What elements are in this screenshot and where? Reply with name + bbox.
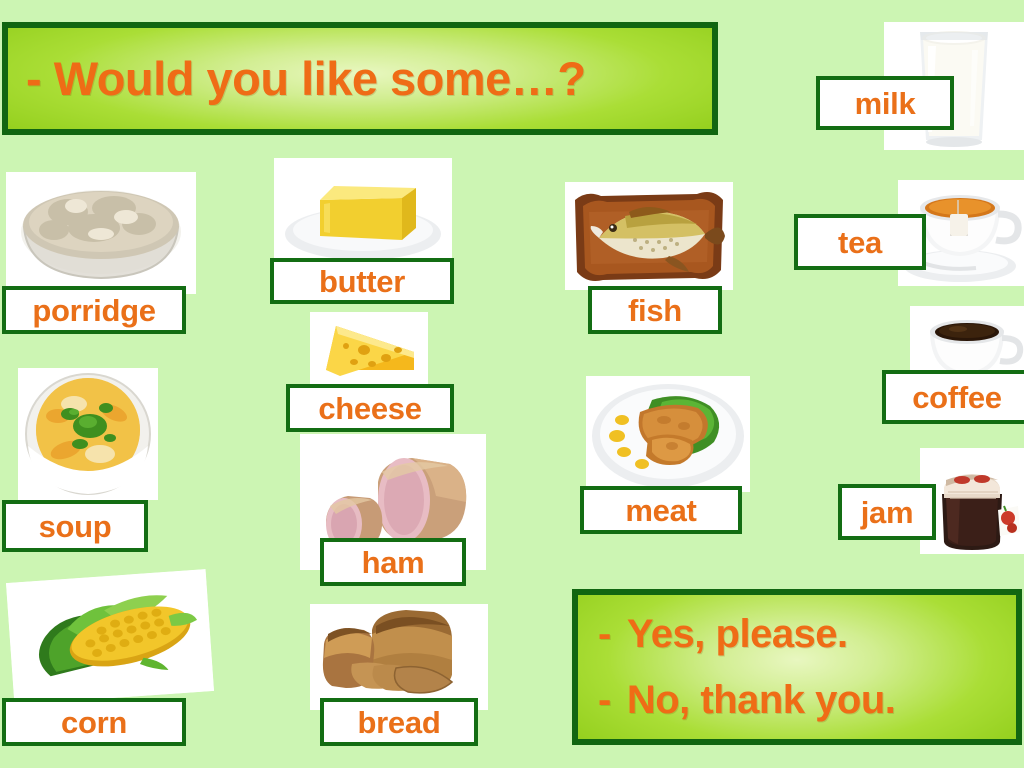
word-label-corn[interactable]: corn (2, 698, 186, 746)
slide-canvas: - Would you like some…? - Yes, please. -N… (0, 0, 1024, 768)
title-banner: - Would you like some…? (2, 22, 718, 135)
picture-corn (5, 569, 215, 705)
word-text-jam: jam (860, 494, 914, 530)
word-text-butter: butter (318, 263, 406, 299)
butter-on-plate-art (274, 158, 452, 268)
word-label-soup[interactable]: soup (2, 500, 148, 552)
word-text-cheese: cheese (318, 390, 422, 426)
title-text: - Would you like some…? (26, 52, 586, 105)
word-text-bread: bread (357, 704, 441, 740)
word-label-ham[interactable]: ham (320, 538, 466, 586)
word-label-porridge[interactable]: porridge (2, 286, 186, 334)
word-label-milk[interactable]: milk (816, 76, 954, 130)
fish-on-board-art (565, 182, 733, 290)
answer-no-line: - No, thank you. (578, 667, 1016, 733)
picture-soup (18, 368, 158, 500)
word-label-cheese[interactable]: cheese (286, 384, 454, 432)
word-text-milk: milk (854, 85, 916, 121)
picture-cheese (310, 312, 428, 384)
word-text-meat: meat (625, 492, 697, 528)
cheese-wedge-art (310, 312, 428, 384)
word-text-tea: tea (838, 224, 882, 260)
word-label-fish[interactable]: fish (588, 286, 722, 334)
word-text-soup: soup (38, 508, 112, 544)
answer-no-dash: - (598, 678, 611, 722)
answer-no-text: No, thank you. (626, 678, 896, 722)
answer-yes-line: - Yes, please. (578, 601, 1016, 667)
word-label-tea[interactable]: tea (794, 214, 926, 270)
bowl-of-porridge-art (21, 190, 181, 280)
word-text-corn: corn (61, 704, 127, 740)
word-label-coffee[interactable]: coffee (882, 370, 1024, 424)
picture-butter (274, 158, 452, 268)
answers-banner: - Yes, please. - No, thank you. (572, 589, 1022, 745)
picture-fish (565, 182, 733, 290)
picture-porridge (6, 172, 196, 294)
bowl-of-soup-art (25, 373, 151, 495)
word-text-coffee: coffee (912, 379, 1002, 415)
word-text-porridge: porridge (32, 292, 156, 328)
corn-cob-art (5, 569, 215, 705)
picture-meat (586, 376, 750, 492)
meat-on-plate-art (586, 376, 750, 492)
answer-yes-text: Yes, please. (626, 612, 848, 656)
word-label-jam[interactable]: jam (838, 484, 936, 540)
word-label-meat[interactable]: meat (580, 486, 742, 534)
picture-bread (310, 604, 488, 710)
word-label-butter[interactable]: butter (270, 258, 454, 304)
word-label-bread[interactable]: bread (320, 698, 478, 746)
bread-loaves-art (310, 604, 488, 710)
word-text-ham: ham (361, 544, 425, 580)
word-text-fish: fish (628, 292, 682, 328)
answer-yes-dash: - (598, 612, 611, 656)
